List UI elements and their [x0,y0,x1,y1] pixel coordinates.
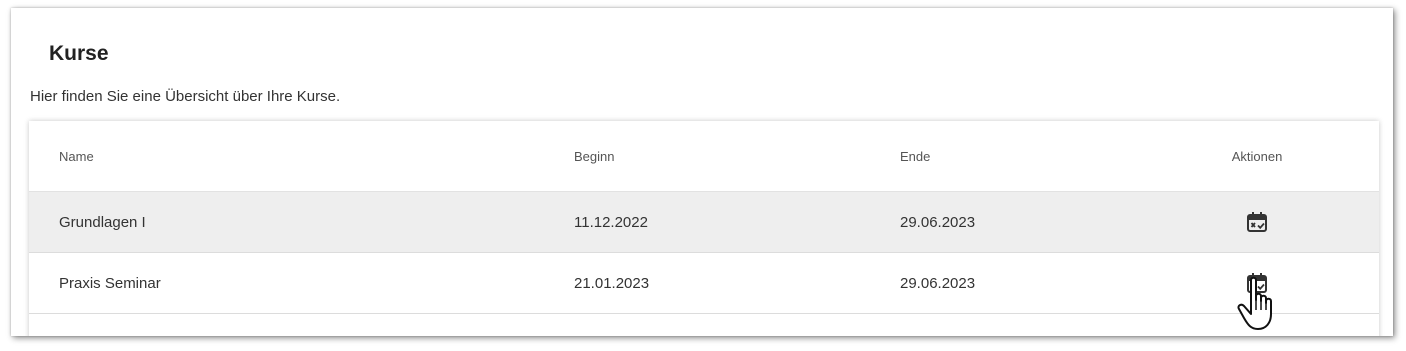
courses-panel: Kurse Hier finden Sie eine Übersicht übe… [11,8,1393,336]
column-header-name[interactable]: Name [59,121,94,191]
column-header-ende[interactable]: Ende [900,121,930,191]
course-end-date: 29.06.2023 [900,274,976,292]
course-name: Grundlagen I [59,213,146,231]
course-start-date: 21.01.2023 [574,274,650,292]
table-row[interactable]: Praxis Seminar 21.01.2023 29.06.2023 [29,253,1379,314]
table-row[interactable]: Grundlagen I 11.12.2022 29.06.2023 [29,192,1379,253]
course-start-date: 11.12.2022 [574,213,648,231]
table-header: Name Beginn Ende Aktionen [29,121,1379,192]
course-end-date: 29.06.2023 [900,213,976,231]
column-header-beginn[interactable]: Beginn [574,121,614,191]
page-subtitle: Hier finden Sie eine Übersicht über Ihre… [30,88,341,105]
page-title: Kurse [49,42,109,65]
calendar-check-icon[interactable] [1243,208,1271,236]
actions-cell [1225,192,1289,252]
course-name: Praxis Seminar [59,274,161,292]
column-header-aktionen: Aktionen [1231,148,1283,164]
courses-table: Name Beginn Ende Aktionen Grundlagen I 1… [29,121,1379,336]
hand-pointer-icon [1237,276,1272,330]
